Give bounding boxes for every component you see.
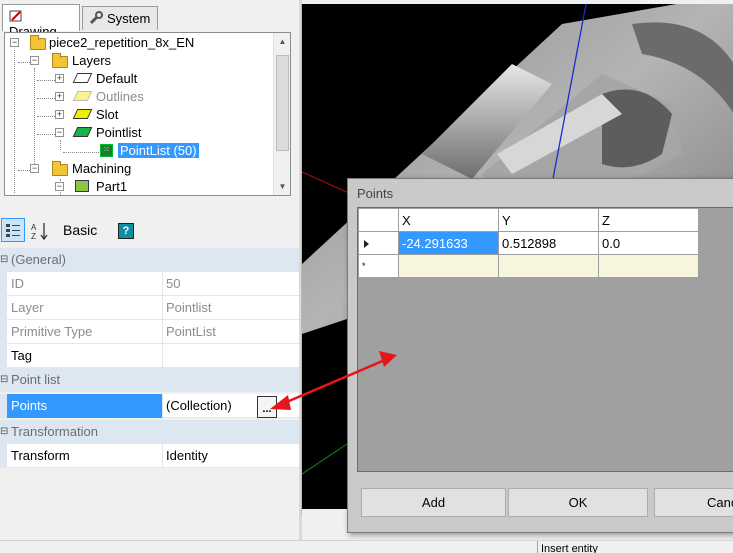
- layer-icon: [72, 127, 93, 137]
- folder-icon: [52, 161, 68, 176]
- property-row-id[interactable]: ID 50: [0, 272, 300, 296]
- new-row[interactable]: *: [358, 254, 699, 278]
- property-value: Pointlist: [166, 300, 212, 315]
- column-header-y[interactable]: Y: [498, 208, 599, 232]
- tree-layer-label: Default: [96, 71, 138, 86]
- property-key: Tag: [7, 344, 163, 368]
- property-row-layer[interactable]: Layer Pointlist: [0, 296, 300, 320]
- property-row-points[interactable]: Points (Collection): [0, 394, 300, 418]
- property-value[interactable]: Identity: [163, 444, 300, 468]
- property-key: Transform: [7, 444, 163, 468]
- tree-layers-label: Layers: [72, 53, 112, 68]
- tree-part-label: Part1: [96, 179, 128, 194]
- tree-layer-label: Outlines: [96, 89, 144, 104]
- property-key: Layer: [7, 296, 163, 320]
- drawing-icon: [9, 9, 23, 23]
- tree-pointlist-label: PointList (50): [118, 143, 199, 158]
- collapse-toggle[interactable]: −: [30, 56, 39, 65]
- categorized-view-icon[interactable]: [1, 218, 25, 242]
- scroll-up-icon[interactable]: ▲: [274, 33, 290, 50]
- new-row-marker: *: [358, 254, 399, 278]
- add-button[interactable]: Add: [361, 488, 506, 517]
- pointlist-icon: ⁙: [100, 144, 113, 157]
- category-point-list-label: Point list: [11, 372, 61, 387]
- category-general-label: (General): [11, 252, 66, 267]
- corner-cell: [358, 208, 399, 232]
- property-value: 50: [166, 276, 181, 291]
- category-point-list[interactable]: ⊟ Point list: [0, 368, 300, 392]
- folder-icon: [52, 53, 68, 68]
- expand-toggle[interactable]: +: [55, 74, 64, 83]
- category-transformation-label: Transformation: [11, 424, 98, 439]
- collapse-toggle[interactable]: −: [30, 164, 39, 173]
- tree-layer-label: Pointlist: [96, 125, 142, 140]
- expand-toggle[interactable]: +: [55, 110, 64, 119]
- property-value[interactable]: [163, 344, 300, 368]
- help-icon[interactable]: ?: [118, 223, 134, 239]
- svg-text:Z: Z: [31, 232, 36, 241]
- layer-icon: [72, 91, 93, 101]
- property-key: Points: [7, 394, 163, 418]
- cell-z[interactable]: 0.0: [598, 231, 699, 255]
- dialog-title: Points: [357, 186, 394, 201]
- layer-icon: [72, 73, 93, 83]
- tree-root-label: piece2_repetition_8x_EN: [49, 35, 195, 50]
- cell-new-z[interactable]: [598, 254, 699, 278]
- svg-text:A: A: [31, 223, 37, 232]
- collapse-toggle[interactable]: −: [10, 38, 19, 47]
- collection-editor-button[interactable]: ...: [257, 396, 277, 418]
- panel-tabs: Drawing System: [0, 4, 300, 39]
- row-pointer-icon[interactable]: [358, 231, 399, 255]
- cell-new-x[interactable]: [398, 254, 499, 278]
- folder-icon: [30, 35, 46, 50]
- points-header-row: X Y Z: [358, 208, 699, 232]
- tree-layer-label: Slot: [96, 107, 119, 122]
- tab-system-label: System: [107, 11, 151, 26]
- property-value: PointList: [166, 324, 216, 339]
- status-bar: Insert entity: [0, 540, 733, 553]
- cell-new-y[interactable]: [498, 254, 599, 278]
- left-panel: Drawing System − piece2_repetition_8x_EN…: [0, 0, 300, 540]
- property-row-primitive-type[interactable]: Primitive Type PointList: [0, 320, 300, 344]
- cancel-button[interactable]: Canc: [654, 488, 733, 517]
- drawing-tree: − piece2_repetition_8x_EN − Layers + Def…: [4, 32, 291, 196]
- ok-button[interactable]: OK: [508, 488, 648, 517]
- part-icon: [75, 180, 89, 192]
- tree-machining-label: Machining: [72, 161, 132, 176]
- tree-scrollbar[interactable]: ▲ ▼: [273, 33, 290, 195]
- points-table: X Y Z -24.291633 0.512898 0.0 *: [358, 208, 699, 278]
- column-header-x[interactable]: X: [398, 208, 499, 232]
- property-toolbar: AZ Basic ?: [0, 212, 300, 248]
- scroll-down-icon[interactable]: ▼: [274, 178, 290, 195]
- category-transformation[interactable]: ⊟ Transformation: [0, 420, 300, 444]
- tab-system[interactable]: System: [82, 6, 158, 30]
- basic-button[interactable]: Basic: [63, 222, 97, 246]
- points-data-grid[interactable]: X Y Z -24.291633 0.512898 0.0 *: [357, 207, 733, 472]
- property-key: ID: [7, 272, 163, 296]
- collapse-toggle[interactable]: −: [55, 128, 64, 137]
- layer-icon: [72, 109, 93, 119]
- cell-x[interactable]: -24.291633: [398, 231, 499, 255]
- property-value: (Collection): [166, 398, 232, 413]
- column-header-z[interactable]: Z: [598, 208, 699, 232]
- category-general[interactable]: ⊟ (General): [0, 248, 300, 272]
- cell-y[interactable]: 0.512898: [498, 231, 599, 255]
- property-row-transform[interactable]: Transform Identity: [0, 444, 300, 468]
- property-row-tag[interactable]: Tag: [0, 344, 300, 368]
- collapse-toggle[interactable]: −: [55, 182, 64, 191]
- wrench-icon: [89, 11, 103, 25]
- points-dialog: Points X Y Z -24.291633 0.512898 0.0 * A…: [347, 178, 733, 533]
- table-row[interactable]: -24.291633 0.512898 0.0: [358, 231, 699, 255]
- expand-toggle[interactable]: +: [55, 92, 64, 101]
- sort-alphabetical-icon[interactable]: AZ: [30, 221, 52, 245]
- tab-drawing[interactable]: Drawing: [2, 4, 80, 39]
- property-key: Primitive Type: [7, 320, 163, 344]
- scroll-thumb[interactable]: [276, 55, 289, 151]
- status-text: Insert entity: [537, 541, 733, 553]
